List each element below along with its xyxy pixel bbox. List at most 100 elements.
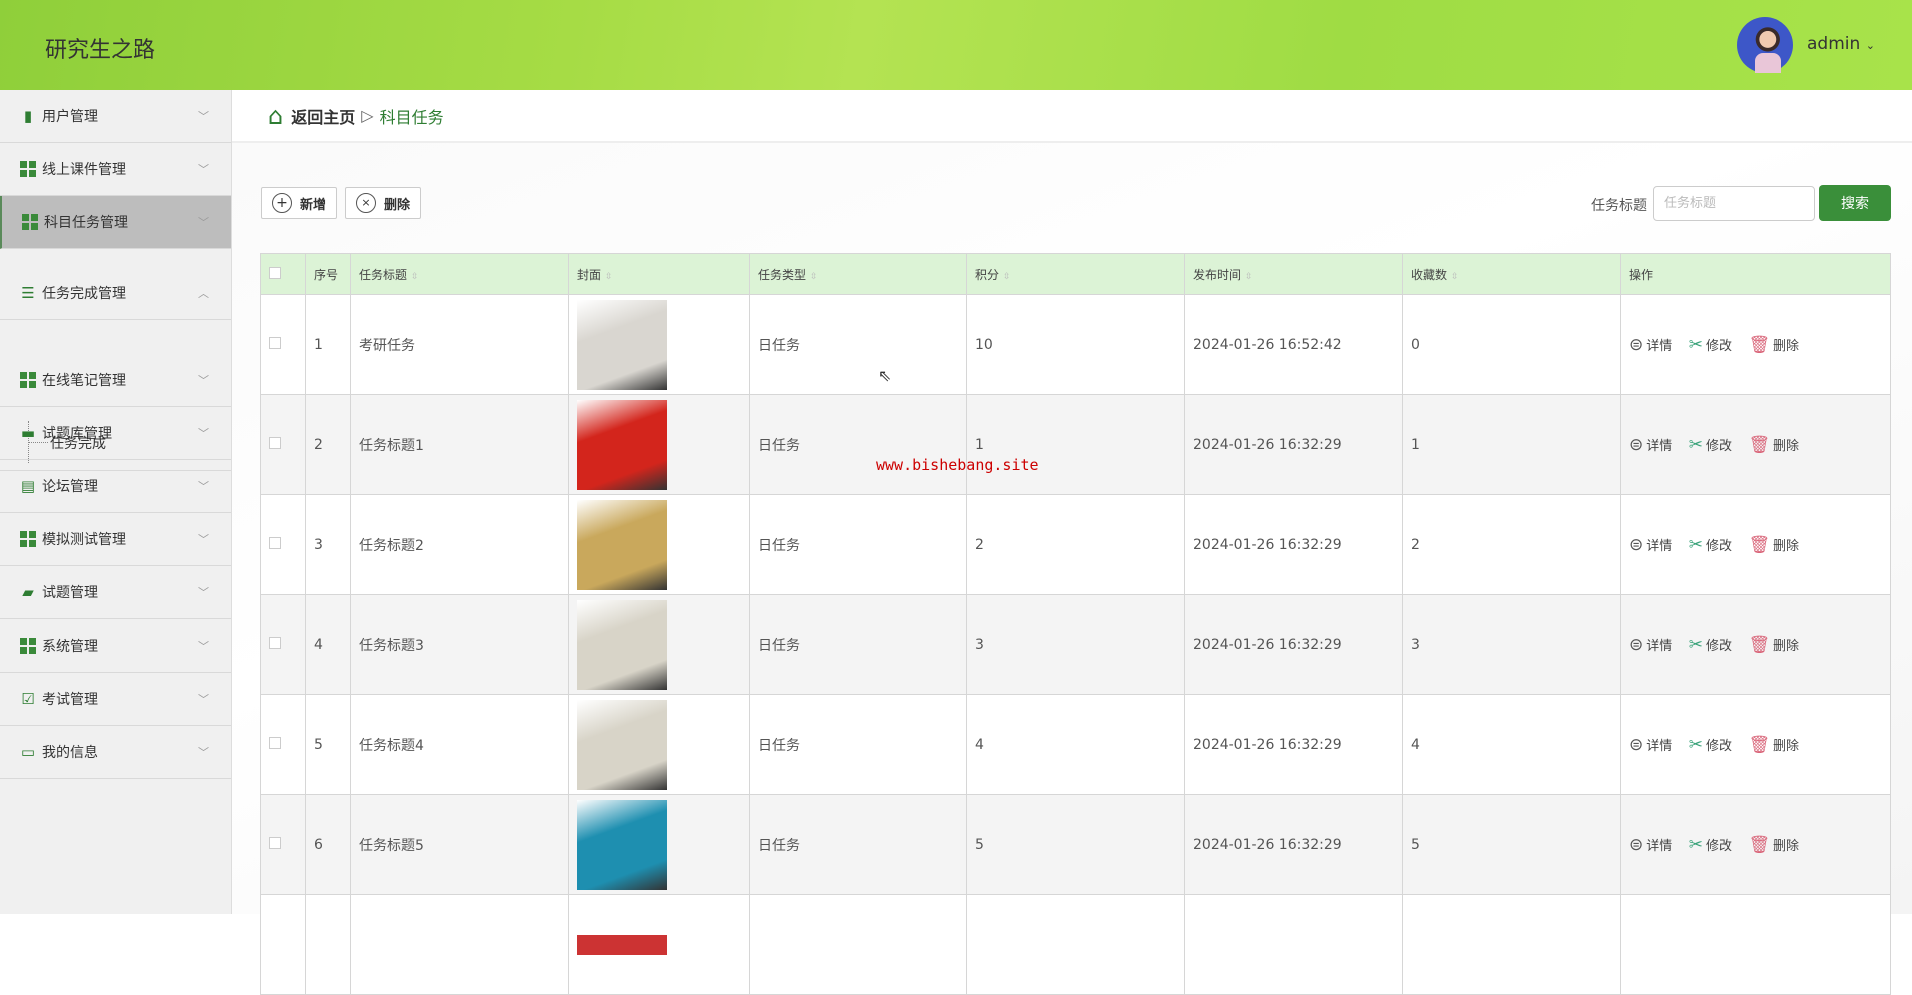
detail-button[interactable]: ⊜ 详情 xyxy=(1629,435,1672,455)
row-checkbox[interactable] xyxy=(269,536,281,549)
select-all-checkbox[interactable] xyxy=(269,266,281,279)
mouse-cursor-icon: ⇖ xyxy=(878,366,892,385)
column-header[interactable]: 封面 ⇳ xyxy=(568,253,750,295)
username: admin xyxy=(1807,34,1861,54)
column-header: 序号 xyxy=(305,253,351,295)
cell-time: 2024-01-26 16:32:29 xyxy=(1184,494,1403,595)
row-checkbox[interactable] xyxy=(269,436,281,449)
row-delete-button[interactable]: 🗑︎ 删除 xyxy=(1748,435,1799,455)
cell-actions: ⊜ 详情 ✂ 修改 🗑︎ 删除 xyxy=(1620,394,1891,495)
cell-no: 6 xyxy=(305,794,351,895)
row-checkbox-cell[interactable] xyxy=(260,794,306,895)
sidebar-item[interactable]: ☰ 任务完成管理 ︿ xyxy=(0,267,231,320)
cover-image[interactable] xyxy=(577,934,667,955)
column-header[interactable]: 任务类型 ⇳ xyxy=(749,253,967,295)
detail-icon: ⊜ xyxy=(1629,734,1644,755)
cover-image[interactable] xyxy=(577,399,667,490)
edit-button[interactable]: ✂ 修改 xyxy=(1689,735,1732,755)
row-delete-button[interactable]: 🗑︎ 删除 xyxy=(1748,835,1799,855)
sidebar-item[interactable]: ▤ 论坛管理 ﹀ xyxy=(0,460,231,513)
row-delete-label: 删除 xyxy=(1773,439,1800,454)
column-header[interactable]: 发布时间 ⇳ xyxy=(1184,253,1403,295)
detail-button[interactable]: ⊜ 详情 xyxy=(1629,335,1672,355)
cell-title: 考研任务 xyxy=(350,294,569,395)
row-checkbox[interactable] xyxy=(269,736,281,749)
monitor-icon: ▬ xyxy=(20,424,36,442)
breadcrumb-home-link[interactable]: 返回主页 xyxy=(291,104,355,128)
home-icon[interactable]: ⌂ xyxy=(268,102,283,130)
search-input[interactable] xyxy=(1653,186,1815,221)
search-button[interactable]: 搜索 xyxy=(1819,185,1891,221)
edit-button[interactable]: ✂ 修改 xyxy=(1689,535,1732,555)
trash-icon: 🗑︎ xyxy=(1748,834,1771,855)
cover-image[interactable] xyxy=(577,499,667,590)
row-checkbox-cell[interactable] xyxy=(260,694,306,795)
edit-button[interactable]: ✂ 修改 xyxy=(1689,635,1732,655)
detail-label: 详情 xyxy=(1646,739,1673,754)
column-header-label: 序号 xyxy=(314,267,339,282)
chevron-down-icon: ﹀ xyxy=(198,586,209,599)
chevron-down-icon: ﹀ xyxy=(198,640,209,653)
detail-button[interactable]: ⊜ 详情 xyxy=(1629,835,1672,855)
detail-button[interactable]: ⊜ 详情 xyxy=(1629,735,1672,755)
column-header[interactable]: 收藏数 ⇳ xyxy=(1402,253,1621,295)
chevron-down-icon: ⌄ xyxy=(1865,39,1875,52)
row-delete-button[interactable]: 🗑︎ 删除 xyxy=(1748,735,1799,755)
cover-image[interactable] xyxy=(577,799,667,890)
tools-icon: ✂ xyxy=(1688,734,1703,755)
detail-button[interactable]: ⊜ 详情 xyxy=(1629,535,1672,555)
edit-button[interactable]: ✂ 修改 xyxy=(1689,435,1732,455)
select-all-checkbox-cell[interactable] xyxy=(260,253,306,295)
sort-icon[interactable]: ⇳ xyxy=(810,272,818,282)
row-checkbox[interactable] xyxy=(269,336,281,349)
row-checkbox-cell[interactable] xyxy=(260,394,306,495)
row-delete-button[interactable]: 🗑︎ 删除 xyxy=(1748,335,1799,355)
sort-icon[interactable]: ⇳ xyxy=(605,272,613,282)
column-header-label: 积分 xyxy=(975,267,1000,282)
sidebar-item[interactable]: 在线笔记管理 ﹀ xyxy=(0,354,231,407)
cell-title: 任务标题5 xyxy=(350,794,569,895)
row-checkbox-cell[interactable] xyxy=(260,494,306,595)
sidebar-item[interactable]: 模拟测试管理 ﹀ xyxy=(0,513,231,566)
sort-icon[interactable]: ⇳ xyxy=(1451,272,1459,282)
cover-image[interactable] xyxy=(577,699,667,790)
sidebar-item[interactable]: ▬ 试题库管理 ﹀ xyxy=(0,407,231,460)
row-checkbox-cell[interactable] xyxy=(260,594,306,695)
grid-icon xyxy=(20,638,36,654)
sidebar-item[interactable]: ☑ 考试管理 ﹀ xyxy=(0,673,231,726)
tools-icon: ✂ xyxy=(1688,834,1703,855)
row-delete-button[interactable]: 🗑︎ 删除 xyxy=(1748,635,1799,655)
chevron-down-icon: ﹀ xyxy=(198,746,209,759)
column-header[interactable]: 积分 ⇳ xyxy=(966,253,1185,295)
add-button[interactable]: + 新增 xyxy=(261,187,338,219)
sort-icon[interactable]: ⇳ xyxy=(411,272,419,282)
detail-button[interactable]: ⊜ 详情 xyxy=(1629,635,1672,655)
sidebar-item-label: 我的信息 xyxy=(42,745,98,761)
sort-icon[interactable]: ⇳ xyxy=(1245,272,1253,282)
sidebar-item[interactable]: 系统管理 ﹀ xyxy=(0,620,231,673)
cover-image[interactable] xyxy=(577,299,667,390)
sidebar-item[interactable]: ▰ 试题管理 ﹀ xyxy=(0,566,231,619)
sidebar-item[interactable]: ▭ 我的信息 ﹀ xyxy=(0,726,231,779)
edit-button[interactable]: ✂ 修改 xyxy=(1689,335,1732,355)
cell-favs: 2 xyxy=(1402,494,1621,595)
column-header-label: 发布时间 xyxy=(1193,267,1242,282)
delete-button[interactable]: × 删除 xyxy=(345,187,422,219)
sidebar-item[interactable]: 线上课件管理 ﹀ xyxy=(0,143,231,196)
row-checkbox-cell[interactable] xyxy=(260,294,306,395)
column-header[interactable]: 任务标题 ⇳ xyxy=(350,253,569,295)
chevron-down-icon: ﹀ xyxy=(198,480,209,493)
cell-type: 日任务 xyxy=(749,494,967,595)
user-menu[interactable]: admin ⌄ xyxy=(1807,34,1875,54)
edit-button[interactable]: ✂ 修改 xyxy=(1689,835,1732,855)
sort-icon[interactable]: ⇳ xyxy=(1003,272,1011,282)
row-checkbox[interactable] xyxy=(269,636,281,649)
avatar[interactable] xyxy=(1737,17,1793,73)
sidebar-item[interactable]: 科目任务管理 ﹀ xyxy=(0,196,231,249)
cover-image[interactable] xyxy=(577,599,667,690)
row-checkbox[interactable] xyxy=(269,836,281,849)
row-delete-button[interactable]: 🗑︎ 删除 xyxy=(1748,535,1799,555)
close-circle-icon: × xyxy=(356,193,376,213)
sidebar-item[interactable]: ▮ 用户管理 ﹀ xyxy=(0,90,231,143)
cell-time: 2024-01-26 16:52:42 xyxy=(1184,294,1403,395)
